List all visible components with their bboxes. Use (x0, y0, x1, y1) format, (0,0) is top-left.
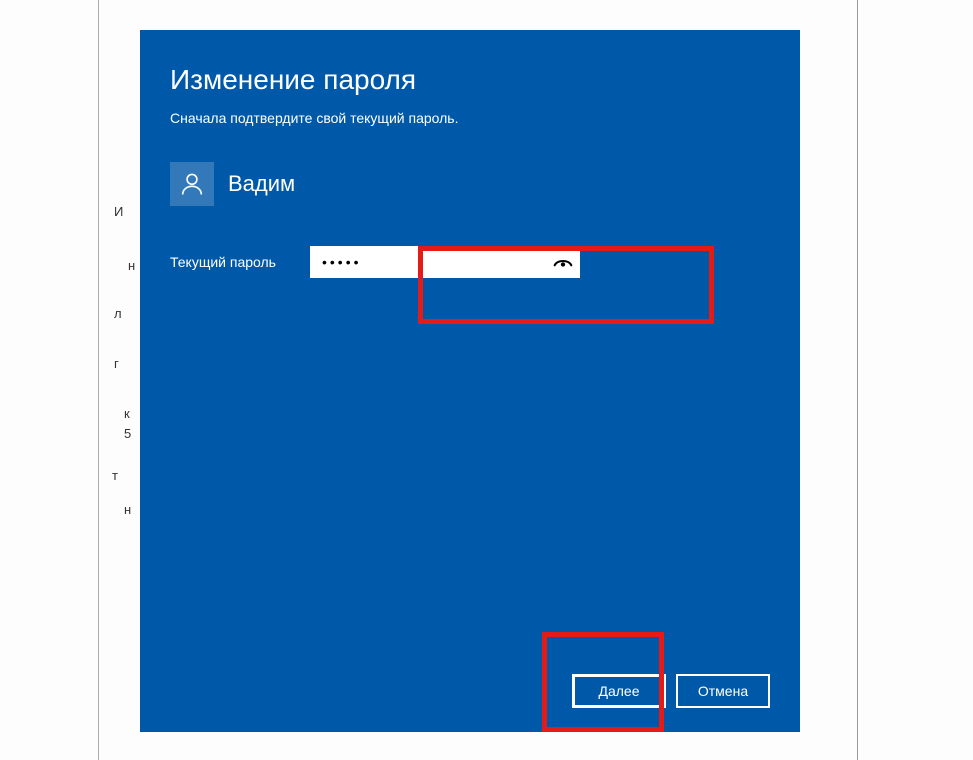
current-password-label: Текущий пароль (170, 254, 310, 270)
cancel-button[interactable]: Отмена (676, 674, 770, 708)
person-icon (178, 170, 206, 198)
username-label: Вадим (228, 171, 295, 197)
reveal-password-button[interactable] (552, 251, 574, 273)
current-password-row: Текущий пароль (170, 246, 770, 278)
eye-icon (553, 255, 573, 269)
next-button[interactable]: Далее (572, 674, 666, 708)
user-row: Вадим (170, 162, 770, 206)
dialog-subtitle: Сначала подтвердите свой текущий пароль. (170, 110, 770, 126)
user-avatar (170, 162, 214, 206)
background-text-fragments: И н л г к 5 т н (100, 0, 140, 760)
dialog-button-row: Далее Отмена (572, 674, 770, 708)
password-input-wrap (310, 246, 580, 278)
change-password-dialog: Изменение пароля Сначала подтвердите сво… (140, 30, 800, 732)
dialog-title: Изменение пароля (170, 64, 770, 96)
current-password-input[interactable] (310, 246, 580, 278)
